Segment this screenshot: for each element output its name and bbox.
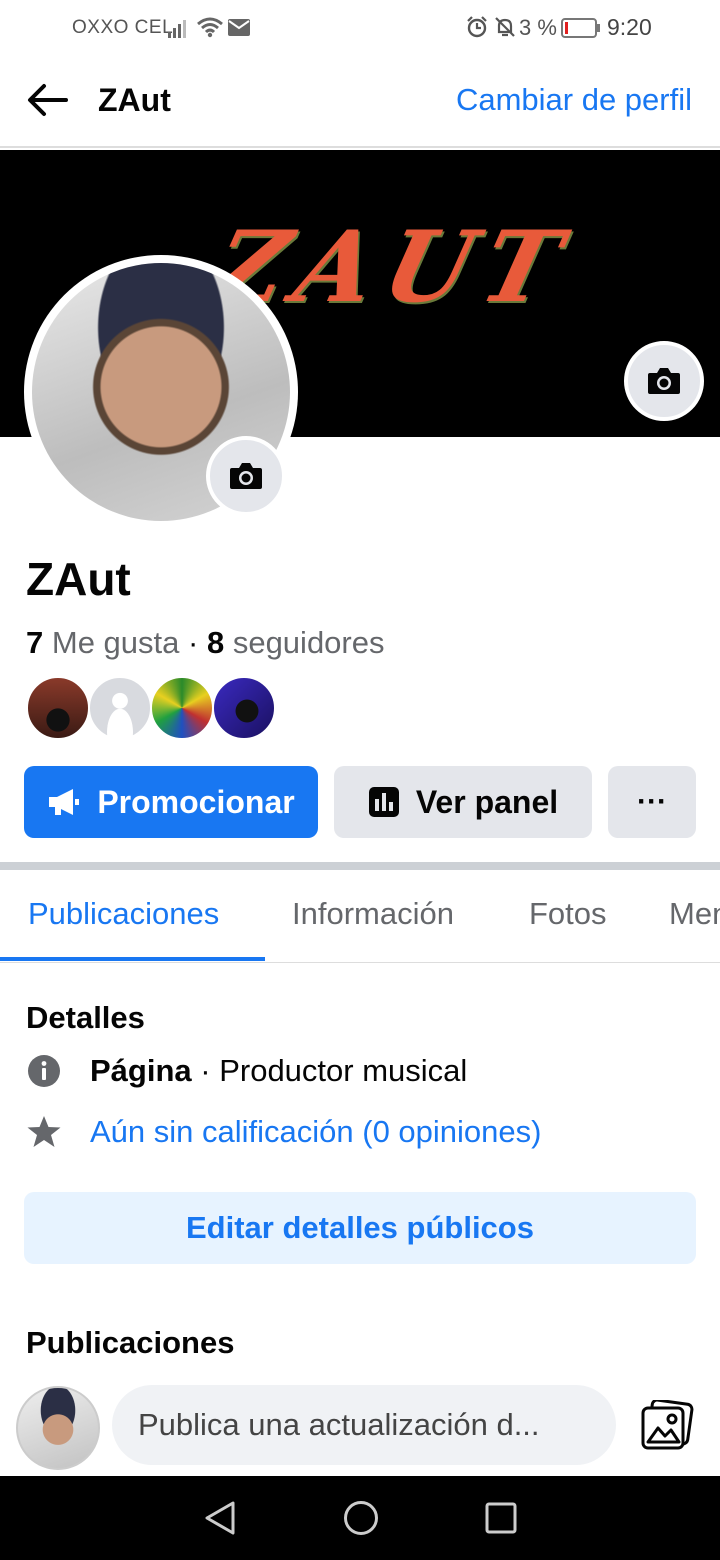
- tab-publicaciones[interactable]: Publicaciones: [28, 896, 219, 932]
- follower-avatar[interactable]: [88, 676, 152, 740]
- promote-label: Promocionar: [97, 783, 295, 820]
- active-tab-indicator: [0, 957, 265, 961]
- section-divider: [0, 862, 720, 870]
- star-icon: [26, 1114, 62, 1150]
- home-circle-icon[interactable]: [343, 1500, 379, 1536]
- signal-icon: [168, 18, 190, 44]
- follower-avatars[interactable]: [26, 676, 276, 740]
- rating-row[interactable]: Aún sin calificación (0 opiniones): [26, 1114, 541, 1150]
- profile-name: ZAut: [26, 553, 131, 605]
- switch-profile-link[interactable]: Cambiar de perfil: [456, 82, 692, 118]
- camera-icon: [648, 368, 680, 394]
- follower-avatar[interactable]: [150, 676, 214, 740]
- clock: 9:20: [607, 14, 652, 40]
- view-dashboard-button[interactable]: Ver panel: [334, 766, 592, 838]
- follower-avatar[interactable]: [212, 676, 276, 740]
- mute-icon: [494, 16, 516, 44]
- mail-icon: [228, 19, 250, 42]
- top-app-bar: ZAut Cambiar de perfil: [0, 56, 720, 148]
- page-category: · Productor musical: [191, 1053, 468, 1088]
- view-dashboard-label: Ver panel: [415, 783, 559, 820]
- edit-avatar-camera-button[interactable]: [206, 436, 286, 516]
- page-category-row: Página · Productor musical: [26, 1053, 467, 1089]
- details-heading: Detalles: [26, 1000, 145, 1035]
- more-dots-icon: ···: [637, 785, 667, 818]
- dashboard-chart-icon: [368, 787, 399, 817]
- rating-link[interactable]: Aún sin calificación (0 opiniones): [90, 1114, 541, 1150]
- followers-count: 8: [206, 625, 225, 660]
- recents-square-icon[interactable]: [485, 1502, 517, 1534]
- posts-heading: Publicaciones: [26, 1325, 235, 1360]
- profile-tabs: Publicaciones Información Fotos Mencione…: [0, 870, 720, 963]
- back-arrow-icon[interactable]: [26, 82, 68, 123]
- status-bar: OXXO CEL 3 % 9:20: [0, 0, 720, 56]
- post-composer-input[interactable]: Publica una actualización d...: [112, 1385, 616, 1465]
- carrier-name: OXXO CEL: [72, 17, 174, 38]
- page-label: Página: [90, 1053, 192, 1088]
- tab-informacion[interactable]: Información: [292, 896, 454, 932]
- tab-fotos[interactable]: Fotos: [529, 896, 607, 932]
- likes-label: Me gusta: [51, 625, 180, 660]
- likes-count: 7: [26, 625, 44, 660]
- follower-avatar[interactable]: [26, 676, 90, 740]
- battery-percent: 3 %: [519, 15, 557, 40]
- likes-followers-line[interactable]: 7 Me gusta · 8 seguidores: [26, 625, 384, 661]
- composer-avatar[interactable]: [16, 1386, 100, 1470]
- promote-button[interactable]: Promocionar: [24, 766, 318, 838]
- followers-label: seguidores: [232, 625, 385, 660]
- photo-gallery-icon[interactable]: [640, 1398, 694, 1450]
- alarm-icon: [466, 16, 488, 44]
- megaphone-icon: [49, 789, 80, 815]
- page-title: ZAut: [98, 82, 171, 118]
- separator-dot: ·: [188, 625, 207, 660]
- system-navigation-bar: [0, 1476, 720, 1560]
- edit-public-details-button[interactable]: Editar detalles públicos: [24, 1192, 696, 1264]
- more-options-button[interactable]: ···: [608, 766, 696, 838]
- camera-icon: [230, 463, 262, 489]
- edit-cover-camera-button[interactable]: [624, 341, 704, 421]
- tab-menciones[interactable]: Menciones: [669, 896, 720, 932]
- composer-placeholder: Publica una actualización d...: [138, 1407, 540, 1442]
- back-triangle-icon[interactable]: [203, 1500, 237, 1536]
- wifi-icon: [197, 16, 223, 44]
- info-icon: [26, 1053, 62, 1089]
- battery-icon: [561, 17, 601, 45]
